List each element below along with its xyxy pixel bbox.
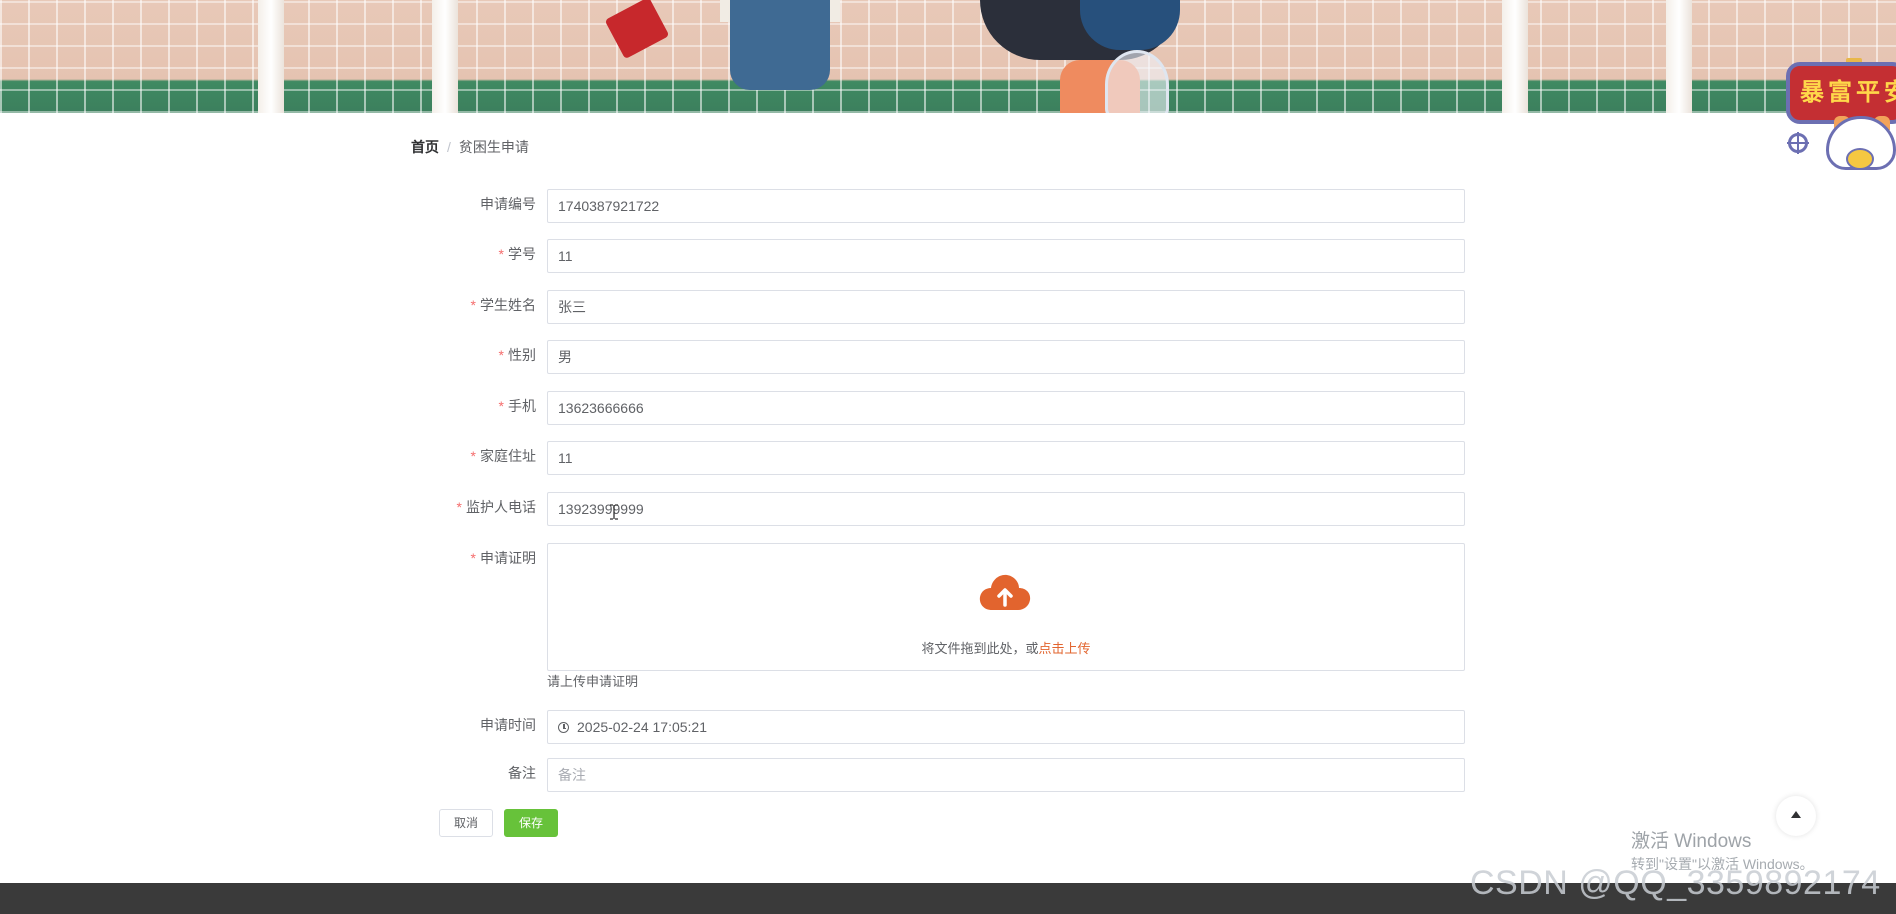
field-label: * 学生姓名 — [470, 297, 536, 313]
breadcrumb: 首页 / 贫困生申请 — [411, 138, 529, 156]
required-mark: * — [470, 550, 476, 566]
back-to-top-button[interactable] — [1776, 796, 1816, 836]
page: 暴富平安 首页/贫困生申请 申请编号 1740387921722 *学号 11 … — [0, 0, 1896, 914]
form-row-gender: * 性别 男 — [0, 340, 1896, 374]
field-label: * 申请证明 — [470, 550, 536, 566]
apply-no-input[interactable]: 1740387921722 — [547, 189, 1465, 223]
save-button[interactable]: 保存 — [504, 809, 558, 837]
required-mark: * — [498, 347, 504, 363]
breadcrumb-current: 贫困生申请 — [458, 139, 529, 155]
field-label: 申请编号 — [480, 196, 536, 212]
breadcrumb-separator: / — [447, 139, 451, 155]
form-row-remark: 备注 备注 — [0, 758, 1896, 792]
phone-input[interactable]: 13623666666 — [547, 391, 1465, 425]
required-mark: * — [470, 297, 476, 313]
form-row-student-no: * 学号 11 — [0, 239, 1896, 273]
clock-icon — [558, 722, 569, 733]
student-name-input[interactable]: 张三 — [547, 290, 1465, 324]
fortune-sticker[interactable]: 暴富平安 — [1786, 62, 1896, 124]
field-label: * 监护人电话 — [456, 499, 536, 515]
required-mark: * — [470, 448, 476, 464]
field-label: * 学号 — [498, 246, 536, 262]
caret-up-icon — [1791, 811, 1801, 818]
form-row-phone: * 手机 13623666666 — [0, 391, 1896, 425]
address-input[interactable]: 11 — [547, 441, 1465, 475]
apply-time-picker[interactable]: 2025-02-24 17:05:21 — [547, 710, 1465, 744]
form-row-apply-time: 申请时间 2025-02-24 17:05:21 — [0, 710, 1896, 744]
proof-upload-dropzone[interactable]: 将文件拖到此处，或点击上传 — [547, 543, 1465, 671]
cloud-upload-icon — [979, 574, 1031, 610]
upload-hint: 将文件拖到此处，或点击上传 — [921, 641, 1091, 656]
remark-input[interactable]: 备注 — [547, 758, 1465, 792]
click-upload-link[interactable]: 点击上传 — [1039, 641, 1091, 656]
form-row-address: * 家庭住址 11 — [0, 441, 1896, 475]
coin-icon — [1846, 148, 1874, 170]
field-label: 备注 — [508, 765, 536, 781]
field-label: * 性别 — [498, 347, 536, 363]
header-banner-image — [0, 0, 1896, 113]
gender-input[interactable]: 男 — [547, 340, 1465, 374]
field-label: 申请时间 — [480, 717, 536, 733]
cancel-button[interactable]: 取消 — [439, 809, 493, 837]
guardian-phone-input[interactable]: 13923999999 — [547, 492, 1465, 526]
text-cursor-icon — [610, 504, 618, 520]
required-mark: * — [456, 499, 462, 515]
apply-time-value: 2025-02-24 17:05:21 — [577, 719, 707, 735]
breadcrumb-home[interactable]: 首页 — [411, 139, 439, 155]
upload-tip: 请上传申请证明 — [547, 674, 639, 689]
required-mark: * — [498, 398, 504, 414]
required-mark: * — [498, 246, 504, 262]
student-no-input[interactable]: 11 — [547, 239, 1465, 273]
form-row-guardian-phone: * 监护人电话 13923999999 — [0, 492, 1896, 526]
windows-activation-title: 激活 Windows — [1631, 831, 1752, 852]
crosshair-icon[interactable] — [1787, 132, 1809, 154]
csdn-watermark: CSDN @QQ_3359892174 — [1470, 864, 1881, 902]
form-row-student-name: * 学生姓名 张三 — [0, 290, 1896, 324]
form-row-apply-no: 申请编号 1740387921722 — [0, 189, 1896, 223]
field-label: * 家庭住址 — [470, 448, 536, 464]
field-label: * 手机 — [498, 398, 536, 414]
